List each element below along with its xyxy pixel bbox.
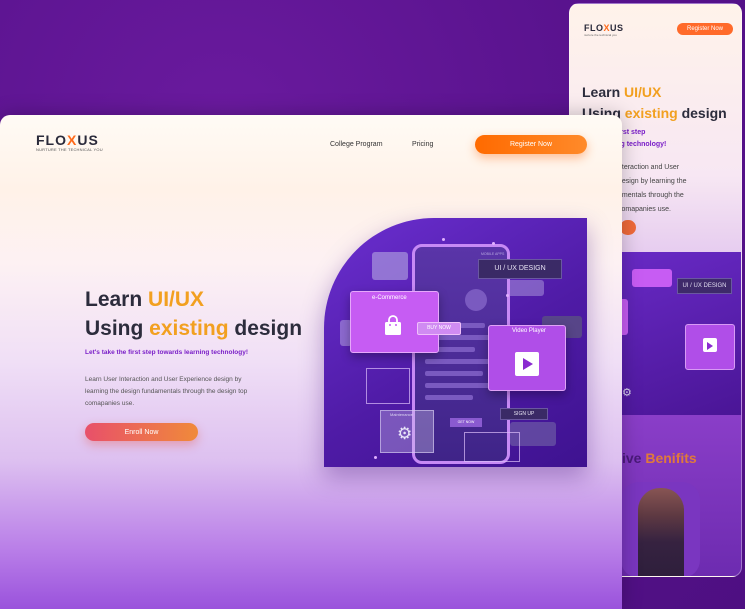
hero-illustration: MOBILE APPS UI / UX DESIGN e-Commerce BU…	[324, 218, 587, 467]
phone-line	[425, 383, 497, 388]
gear-icon: ⚙	[397, 424, 413, 443]
phone-line	[425, 371, 483, 376]
mobile-benefits-heading: ive Benifits	[622, 450, 697, 466]
mobile-purple-card	[632, 269, 672, 287]
ghost-card	[504, 280, 544, 296]
connector-dot	[374, 456, 377, 459]
nav-pricing[interactable]: Pricing	[412, 141, 433, 148]
connector-dot	[506, 294, 509, 297]
wireframe-outline	[464, 432, 520, 462]
wireframe-outline	[366, 368, 410, 404]
hero-subhead: Let's take the first step towards learni…	[85, 349, 248, 356]
mobile-apps-label: MOBILE APPS	[481, 252, 505, 256]
mobile-person-photo	[638, 488, 684, 576]
hero-headline: Learn UI/UX Using existing design	[85, 288, 303, 340]
mobile-purple-card	[622, 299, 628, 335]
play-icon	[523, 358, 533, 370]
connector-dot	[492, 242, 495, 245]
ecommerce-label: e-Commerce	[372, 295, 407, 301]
uiux-design-label: UI / UX DESIGN	[478, 259, 562, 279]
sign-up-label: SIGN UP	[500, 408, 548, 420]
desktop-mockup: FLOXUS NURTURE THE TECHNICAL YOU College…	[0, 115, 622, 609]
ghost-card	[372, 252, 408, 280]
hero-description: Learn User Interaction and User Experien…	[85, 376, 248, 407]
video-player-label: Video Player	[512, 328, 546, 334]
play-icon	[707, 342, 713, 350]
bag-icon	[385, 315, 401, 335]
register-button[interactable]: Register Now	[475, 135, 587, 154]
buy-now-button: BUY NOW	[417, 322, 461, 335]
mobile-tagline: nurture the technical you	[584, 33, 617, 37]
mobile-logo: FLOXUS	[584, 23, 624, 33]
logo-tagline: NURTURE THE TECHNICAL YOU	[36, 147, 103, 152]
gear-icon: ⚙	[622, 387, 632, 399]
connector-dot	[442, 238, 445, 241]
phone-line	[425, 395, 473, 400]
mobile-enroll-button[interactable]	[620, 220, 636, 235]
phone-line	[425, 359, 491, 364]
mobile-register-button[interactable]: Register Now	[677, 23, 733, 35]
maintenance-label: Maintenance	[390, 412, 413, 417]
logo[interactable]: FLOXUS	[36, 132, 99, 148]
enroll-button[interactable]: Enroll Now	[85, 423, 198, 441]
phone-avatar	[465, 289, 487, 311]
mobile-uiux-label: UI / UX DESIGN	[677, 278, 732, 294]
nav-college-program[interactable]: College Program	[330, 141, 383, 148]
get-now-button: GET NOW	[450, 418, 482, 427]
